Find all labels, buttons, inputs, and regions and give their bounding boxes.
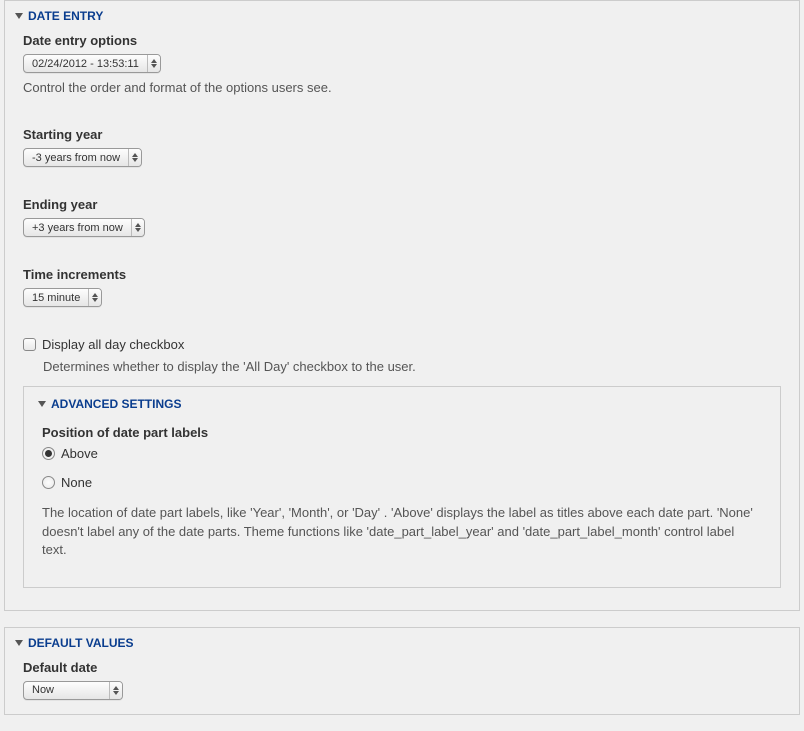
date-entry-legend-text: DATE ENTRY <box>28 9 103 23</box>
default-values-fieldset: DEFAULT VALUES Default date Now <box>4 627 800 715</box>
display-all-day-checkbox-wrap: Display all day checkbox <box>23 337 781 352</box>
position-labels-description: The location of date part labels, like '… <box>42 504 762 559</box>
advanced-settings-fieldset: ADVANCED SETTINGS Position of date part … <box>23 386 781 588</box>
date-entry-options-value: 02/24/2012 - 13:53:11 <box>24 58 147 70</box>
radio-none-wrap: None <box>42 475 762 490</box>
ending-year-label: Ending year <box>23 197 781 212</box>
date-entry-options-description: Control the order and format of the opti… <box>23 79 781 97</box>
advanced-settings-legend[interactable]: ADVANCED SETTINGS <box>24 387 780 425</box>
chevron-down-icon <box>15 13 23 19</box>
select-arrows-icon <box>88 289 101 306</box>
ending-year-select[interactable]: +3 years from now <box>23 218 145 237</box>
starting-year-item: Starting year -3 years from now <box>23 127 781 167</box>
display-all-day-item: Display all day checkbox Determines whet… <box>23 337 781 376</box>
ending-year-value: +3 years from now <box>24 222 131 234</box>
default-values-body: Default date Now <box>5 660 799 714</box>
default-date-select[interactable]: Now <box>23 681 123 700</box>
radio-none-label[interactable]: None <box>61 475 92 490</box>
starting-year-select[interactable]: -3 years from now <box>23 148 142 167</box>
date-entry-options-select[interactable]: 02/24/2012 - 13:53:11 <box>23 54 161 73</box>
ending-year-item: Ending year +3 years from now <box>23 197 781 237</box>
radio-none[interactable] <box>42 476 55 489</box>
time-increments-label: Time increments <box>23 267 781 282</box>
starting-year-value: -3 years from now <box>24 152 128 164</box>
default-date-label: Default date <box>23 660 781 675</box>
advanced-settings-body: Position of date part labels Above None … <box>24 425 780 587</box>
select-arrows-icon <box>128 149 141 166</box>
display-all-day-checkbox[interactable] <box>23 338 36 351</box>
chevron-down-icon <box>15 640 23 646</box>
display-all-day-description: Determines whether to display the 'All D… <box>43 358 781 376</box>
radio-above-wrap: Above <box>42 446 762 461</box>
default-values-legend-text: DEFAULT VALUES <box>28 636 134 650</box>
select-arrows-icon <box>131 219 144 236</box>
select-arrows-icon <box>147 55 160 72</box>
default-values-legend[interactable]: DEFAULT VALUES <box>5 628 799 660</box>
radio-above-label[interactable]: Above <box>61 446 98 461</box>
time-increments-select[interactable]: 15 minute <box>23 288 102 307</box>
chevron-down-icon <box>38 401 46 407</box>
select-arrows-icon <box>109 682 122 699</box>
date-entry-options-item: Date entry options 02/24/2012 - 13:53:11… <box>23 33 781 97</box>
radio-above[interactable] <box>42 447 55 460</box>
advanced-settings-legend-text: ADVANCED SETTINGS <box>51 397 181 411</box>
default-date-item: Default date Now <box>23 660 781 700</box>
default-date-value: Now <box>24 684 109 696</box>
display-all-day-label[interactable]: Display all day checkbox <box>42 337 184 352</box>
time-increments-value: 15 minute <box>24 292 88 304</box>
date-entry-legend[interactable]: DATE ENTRY <box>5 1 799 33</box>
position-labels-label: Position of date part labels <box>42 425 762 440</box>
date-entry-fieldset: DATE ENTRY Date entry options 02/24/2012… <box>4 0 800 611</box>
position-labels-item: Position of date part labels Above None … <box>42 425 762 559</box>
starting-year-label: Starting year <box>23 127 781 142</box>
date-entry-options-label: Date entry options <box>23 33 781 48</box>
date-entry-body: Date entry options 02/24/2012 - 13:53:11… <box>5 33 799 610</box>
time-increments-item: Time increments 15 minute <box>23 267 781 307</box>
